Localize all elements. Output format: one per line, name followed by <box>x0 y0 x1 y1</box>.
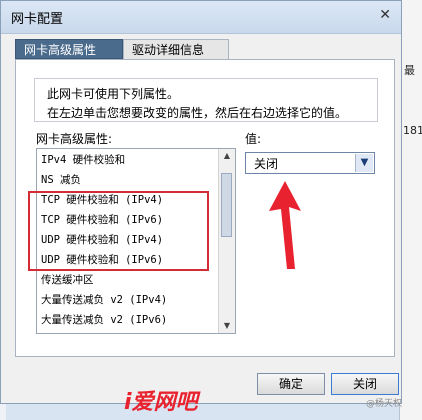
list-item[interactable]: IPv4 硬件校验和 <box>41 150 125 170</box>
close-button[interactable]: 关闭 <box>331 373 399 395</box>
tab-advanced-properties[interactable]: 网卡高级属性 <box>15 39 123 59</box>
tab-driver-details[interactable]: 驱动详细信息 <box>123 39 229 59</box>
highlight-annotation-box <box>28 191 209 271</box>
value-select-current: 关闭 <box>254 157 279 171</box>
background-window-strip: 最 181 <box>399 0 422 420</box>
chevron-down-icon[interactable]: ▼ <box>355 154 373 172</box>
close-icon[interactable]: ✕ <box>379 7 391 23</box>
watermark-logo: i爱网吧 <box>124 384 304 418</box>
dialog-title: 网卡配置 <box>11 12 64 27</box>
list-item[interactable]: 大量传送减负 v2 (IPv4) <box>41 290 167 310</box>
list-item[interactable]: NS 减负 <box>41 170 81 190</box>
property-list-label: 网卡高级属性: <box>36 132 113 146</box>
value-label: 值: <box>245 132 262 146</box>
listbox-scrollbar[interactable]: ▲ ▼ <box>218 149 235 333</box>
value-select[interactable]: 关闭 ▼ <box>245 152 375 174</box>
annotation-arrow-icon <box>269 181 301 269</box>
scroll-down-icon[interactable]: ▼ <box>219 319 235 333</box>
info-line-2: 在左边单击您想要改变的属性，然后在右边选择它的值。 <box>47 106 348 120</box>
watermark-text: i爱网吧 <box>124 390 198 415</box>
title-bar: 网卡配置 ✕ <box>1 1 401 34</box>
background-column-header: 最 <box>404 64 415 77</box>
nic-config-dialog: 网卡配置 ✕ 网卡高级属性 驱动详细信息 此网卡可使用下列属性。 在左边单击您想… <box>0 0 402 404</box>
scrollbar-thumb[interactable] <box>221 173 232 237</box>
watermark-credit: @杨天权 <box>365 399 402 409</box>
background-column-value: 181 <box>403 124 422 137</box>
list-item[interactable]: 传送缓冲区 <box>41 270 94 290</box>
list-item[interactable]: 大量传送减负 v2 (IPv6) <box>41 310 167 330</box>
scroll-up-icon[interactable]: ▲ <box>219 149 235 163</box>
info-box: 此网卡可使用下列属性。 在左边单击您想要改变的属性，然后在右边选择它的值。 <box>34 78 378 122</box>
info-line-1: 此网卡可使用下列属性。 <box>47 87 180 101</box>
